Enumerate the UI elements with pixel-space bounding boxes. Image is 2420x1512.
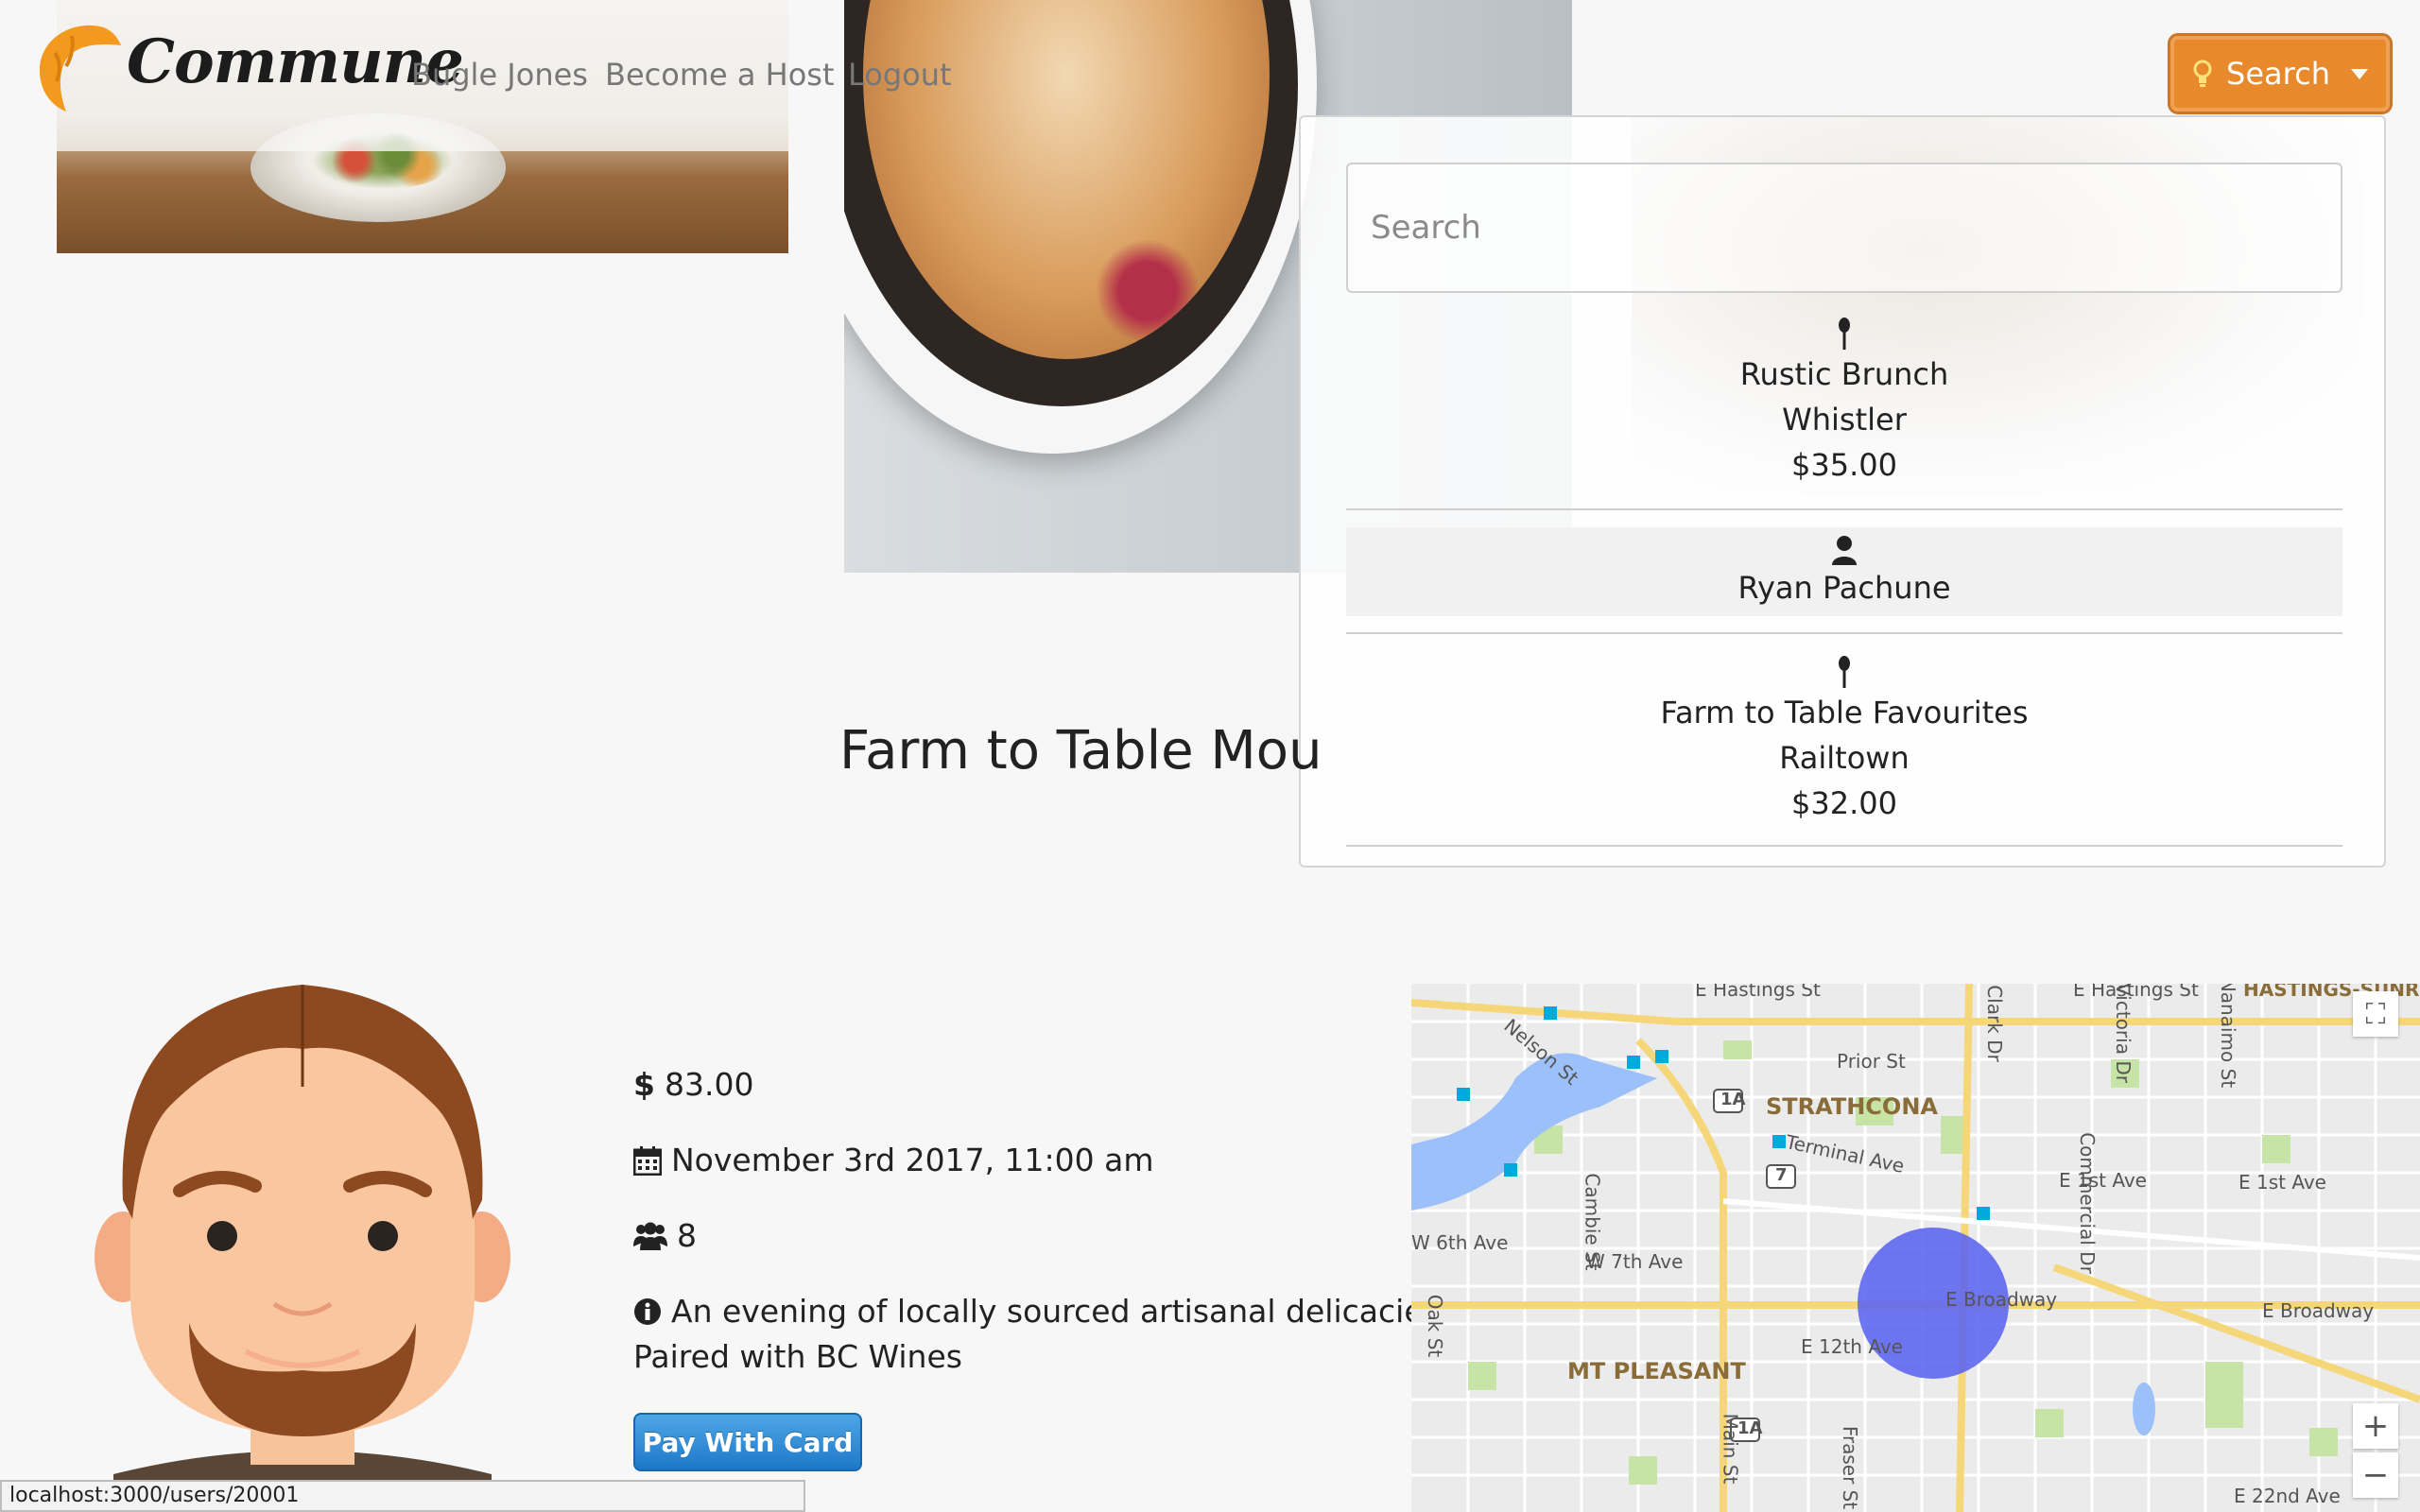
pay-with-card-button[interactable]: Pay With Card [633,1413,862,1471]
search-result-ryan-pachune[interactable]: Ryan Pachune [1346,527,2342,616]
dollar-icon: $ [633,1066,655,1103]
search-button-label: Search [2226,56,2330,92]
result-title: Ryan Pachune [1737,570,1951,606]
event-description-line2: Paired with BC Wines [633,1338,962,1375]
event-description: An evening of locally sourced artisanal … [633,1293,1449,1330]
search-dropdown-button[interactable]: Search [2168,33,2393,114]
user-icon [1832,536,1857,565]
result-location: Whistler [1782,402,1907,438]
event-date: November 3rd 2017, 11:00 am [633,1142,1154,1178]
lightbulb-icon [2193,60,2212,87]
nav-link-become-host[interactable]: Become a Host [605,57,834,93]
zoom-out-button[interactable]: − [2353,1452,2398,1498]
users-icon [633,1222,667,1250]
event-title: Farm to Table Mount Pleasant [839,720,1619,782]
event-location-map[interactable]: E Hastings St E Hastings St HASTINGS-SUN… [1411,984,2420,1512]
nav-link-profile[interactable]: Bugle Jones [411,57,588,93]
nav-link-logout[interactable]: Logout [848,57,952,93]
info-icon [634,1297,661,1325]
event-guests: 8 [633,1217,697,1254]
caret-down-icon [2350,68,2368,79]
calendar-icon [633,1145,662,1176]
search-result-rustic-brunch[interactable]: Rustic Brunch Whistler $35.00 [1346,318,2342,488]
event-price: $ 83.00 [633,1066,754,1103]
result-divider [1346,845,2342,847]
spoon-icon [1839,656,1850,688]
search-input[interactable] [1346,163,2342,293]
host-avatar[interactable] [85,983,520,1512]
result-price: $35.00 [1791,447,1897,483]
spoon-icon [1839,318,1850,350]
fullscreen-icon[interactable]: ⛶ [2353,991,2398,1037]
zoom-in-button[interactable]: + [2353,1403,2398,1449]
result-divider [1346,508,2342,510]
result-title: Rustic Brunch [1739,356,1949,392]
croissant-logo-icon[interactable] [34,19,125,113]
result-divider [1346,632,2342,634]
browser-status-url: localhost:3000/users/20001 [0,1480,805,1512]
result-price: $32.00 [1791,785,1897,821]
